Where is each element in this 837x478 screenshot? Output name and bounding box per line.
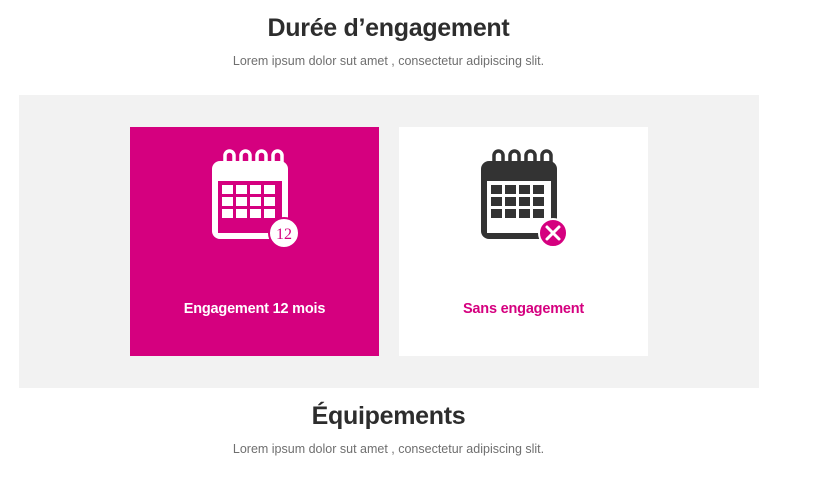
option-label: Sans engagement	[462, 301, 585, 317]
calendar-badge-number: 12	[276, 226, 292, 243]
equipements-section-title: Équipements	[311, 402, 466, 430]
engagement-section-subtitle: Lorem ipsum dolor sut amet , consectetur…	[232, 54, 545, 68]
engagement-section-title: Durée d’engagement	[267, 14, 510, 42]
option-engagement-12-mois[interactable]: 12 Engagement 12 mois	[130, 127, 379, 356]
calendar-12-icon: 12	[212, 149, 300, 249]
option-label: Engagement 12 mois	[183, 301, 326, 317]
option-sans-engagement[interactable]: Sans engagement	[399, 127, 648, 356]
equipements-section-subtitle: Lorem ipsum dolor sut amet , consectetur…	[232, 442, 545, 456]
calendar-no-commitment-icon	[481, 149, 568, 248]
